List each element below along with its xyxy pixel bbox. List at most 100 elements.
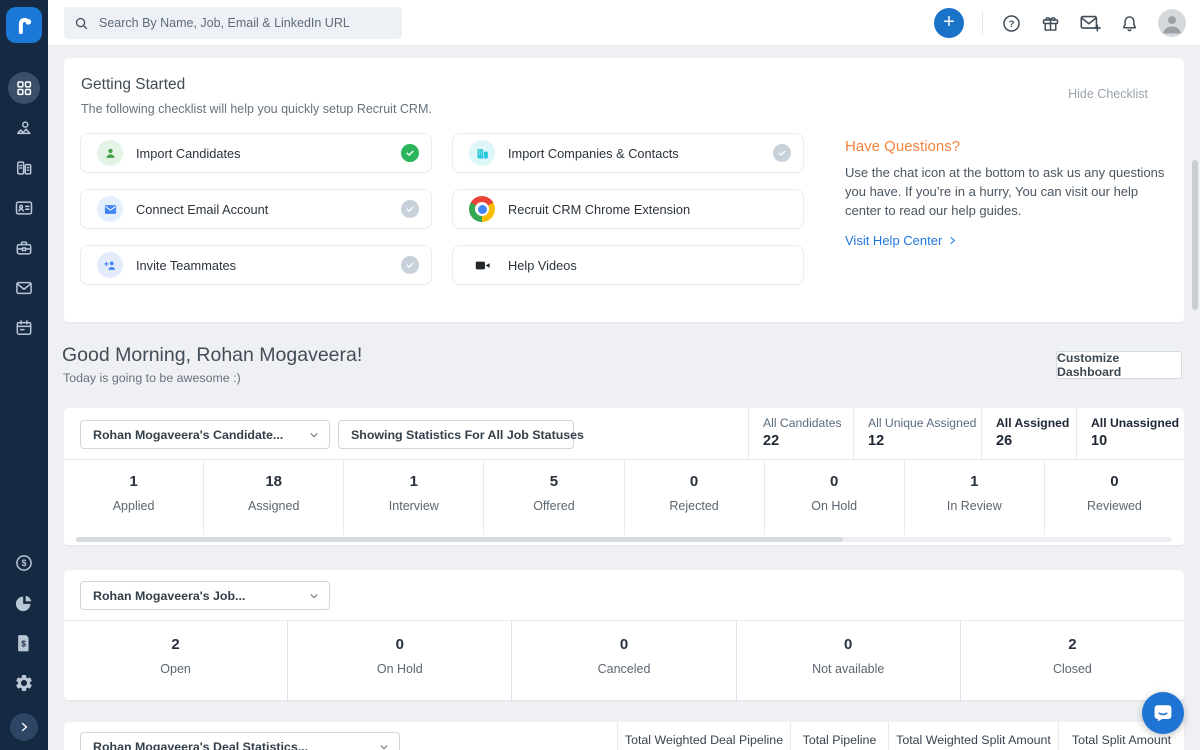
video-camera-icon xyxy=(469,252,495,278)
deal-col-total-weighted-split: Total Weighted Split Amount xyxy=(888,722,1058,750)
job-status-open[interactable]: 2 Open xyxy=(64,621,287,700)
user-avatar[interactable] xyxy=(1158,9,1186,37)
sidebar-item-contacts[interactable] xyxy=(0,188,48,228)
vertical-scrollbar-thumb[interactable] xyxy=(1192,160,1198,310)
checklist-item-label: Invite Teammates xyxy=(136,258,401,273)
candidate-status-assigned[interactable]: 18 Assigned xyxy=(203,460,343,535)
sidebar-item-candidates[interactable] xyxy=(0,108,48,148)
checklist-import-companies[interactable]: Import Companies & Contacts xyxy=(452,133,804,173)
deal-col-total-pipeline: Total Pipeline xyxy=(790,722,888,750)
visit-help-center-link[interactable]: Visit Help Center xyxy=(845,233,957,248)
status-check-done-icon xyxy=(401,144,419,162)
gift-icon xyxy=(1040,13,1061,34)
status-check-pending-icon xyxy=(773,144,791,162)
email-compose-button[interactable] xyxy=(1079,12,1101,34)
chevron-down-icon xyxy=(379,742,389,750)
candidate-status-interview[interactable]: 1 Interview xyxy=(343,460,483,535)
summary-all-unassigned[interactable]: All Unassigned 10 xyxy=(1076,408,1184,460)
svg-text:$: $ xyxy=(21,638,26,648)
sidebar-item-settings[interactable] xyxy=(0,663,48,703)
sidebar-item-reports[interactable] xyxy=(0,583,48,623)
help-button[interactable]: ? xyxy=(1001,13,1022,34)
deal-stats-panel: Rohan Mogaveera's Deal Statistics... Tot… xyxy=(64,722,1184,750)
job-status-filter-dropdown[interactable]: Showing Statistics For All Job Statuses xyxy=(338,420,574,449)
sidebar-item-deals[interactable]: $ xyxy=(0,543,48,583)
deals-icon: $ xyxy=(14,553,34,573)
have-questions-title: Have Questions? xyxy=(845,138,960,155)
candidate-stats-panel: Rohan Mogaveera's Candidate... Showing S… xyxy=(64,408,1184,545)
candidate-status-offered[interactable]: 5 Offered xyxy=(483,460,623,535)
sidebar-item-calendar[interactable] xyxy=(0,308,48,348)
greeting-title: Good Morning, Rohan Mogaveera! xyxy=(62,344,362,367)
summary-all-assigned[interactable]: All Assigned 26 xyxy=(981,408,1076,460)
job-status-row: 2 Open 0 On Hold 0 Canceled 0 Not availa… xyxy=(64,621,1184,700)
checklist-invite-teammates[interactable]: Invite Teammates xyxy=(80,245,432,285)
getting-started-title: Getting Started xyxy=(81,76,185,94)
greeting-subtitle: Today is going to be awesome :) xyxy=(63,371,241,385)
candidate-status-in-review[interactable]: 1 In Review xyxy=(904,460,1044,535)
checklist-item-label: Import Companies & Contacts xyxy=(508,146,773,161)
job-status-canceled[interactable]: 0 Canceled xyxy=(511,621,735,700)
candidate-status-on-hold[interactable]: 0 On Hold xyxy=(764,460,904,535)
job-status-on-hold[interactable]: 0 On Hold xyxy=(287,621,511,700)
sidebar-item-jobs[interactable] xyxy=(0,228,48,268)
sidebar-item-emails[interactable] xyxy=(0,268,48,308)
calendar-icon xyxy=(14,318,34,338)
checklist-import-candidates[interactable]: Import Candidates xyxy=(80,133,432,173)
dropdown-value: Rohan Mogaveera's Deal Statistics... xyxy=(93,740,308,750)
quick-add-button[interactable]: + xyxy=(934,8,964,38)
checklist-connect-email[interactable]: Connect Email Account xyxy=(80,189,432,229)
chevron-right-icon xyxy=(18,721,30,733)
sidebar-item-companies[interactable] xyxy=(0,148,48,188)
job-status-not-available[interactable]: 0 Not available xyxy=(736,621,960,700)
checklist-help-videos[interactable]: Help Videos xyxy=(452,245,804,285)
chrome-icon xyxy=(469,196,495,222)
dashboard-icon xyxy=(15,79,33,97)
job-status-closed[interactable]: 2 Closed xyxy=(960,621,1184,700)
candidate-icon xyxy=(103,146,118,161)
hide-checklist-link[interactable]: Hide Checklist xyxy=(1068,87,1148,101)
sidebar-item-dashboard[interactable] xyxy=(0,68,48,108)
checklist-item-label: Import Candidates xyxy=(136,146,401,161)
recruit-crm-logo[interactable] xyxy=(6,7,42,43)
horizontal-scrollbar[interactable] xyxy=(76,537,1172,542)
candidates-icon xyxy=(14,118,34,138)
avatar-silhouette-icon xyxy=(1158,9,1186,37)
sidebar-item-invoices[interactable]: $ xyxy=(0,623,48,663)
sidebar-expand-button[interactable] xyxy=(10,713,38,741)
chat-widget-button[interactable] xyxy=(1142,692,1184,734)
help-circle-icon: ? xyxy=(1001,13,1022,34)
candidate-filter-dropdown[interactable]: Rohan Mogaveera's Candidate... xyxy=(80,420,330,449)
job-stats-panel: Rohan Mogaveera's Job... 2 Open 0 On Hol… xyxy=(64,570,1184,700)
checklist-item-label: Help Videos xyxy=(508,258,791,273)
checklist-item-label: Recruit CRM Chrome Extension xyxy=(508,202,791,217)
sidebar: $ $ xyxy=(0,0,48,750)
svg-text:?: ? xyxy=(1009,19,1015,30)
topbar-actions: + ? xyxy=(934,0,1200,46)
customize-dashboard-button[interactable]: Customize Dashboard xyxy=(1056,351,1182,379)
deal-filter-dropdown[interactable]: Rohan Mogaveera's Deal Statistics... xyxy=(80,732,400,750)
settings-icon xyxy=(14,673,34,693)
getting-started-subtitle: The following checklist will help you qu… xyxy=(81,102,432,116)
summary-all-candidates[interactable]: All Candidates 22 xyxy=(748,408,853,460)
candidate-status-applied[interactable]: 1 Applied xyxy=(64,460,203,535)
dropdown-value: Showing Statistics For All Job Statuses xyxy=(351,428,584,442)
whats-new-button[interactable] xyxy=(1040,13,1061,34)
horizontal-scrollbar-thumb[interactable] xyxy=(76,537,843,542)
dropdown-value: Rohan Mogaveera's Candidate... xyxy=(93,428,283,442)
global-search[interactable] xyxy=(64,7,402,39)
candidate-status-rejected[interactable]: 0 Rejected xyxy=(624,460,764,535)
companies-icon xyxy=(14,158,34,178)
chevron-down-icon xyxy=(309,591,319,601)
bell-icon xyxy=(1119,13,1140,34)
dropdown-value: Rohan Mogaveera's Job... xyxy=(93,589,245,603)
reports-icon xyxy=(14,593,34,613)
search-input[interactable] xyxy=(97,15,387,31)
visit-help-center-label: Visit Help Center xyxy=(845,233,942,248)
candidate-status-reviewed[interactable]: 0 Reviewed xyxy=(1044,460,1184,535)
chevron-right-icon xyxy=(948,236,957,245)
job-filter-dropdown[interactable]: Rohan Mogaveera's Job... xyxy=(80,581,330,610)
notifications-button[interactable] xyxy=(1119,13,1140,34)
summary-all-unique-assigned[interactable]: All Unique Assigned 12 xyxy=(853,408,981,460)
checklist-chrome-extension[interactable]: Recruit CRM Chrome Extension xyxy=(452,189,804,229)
